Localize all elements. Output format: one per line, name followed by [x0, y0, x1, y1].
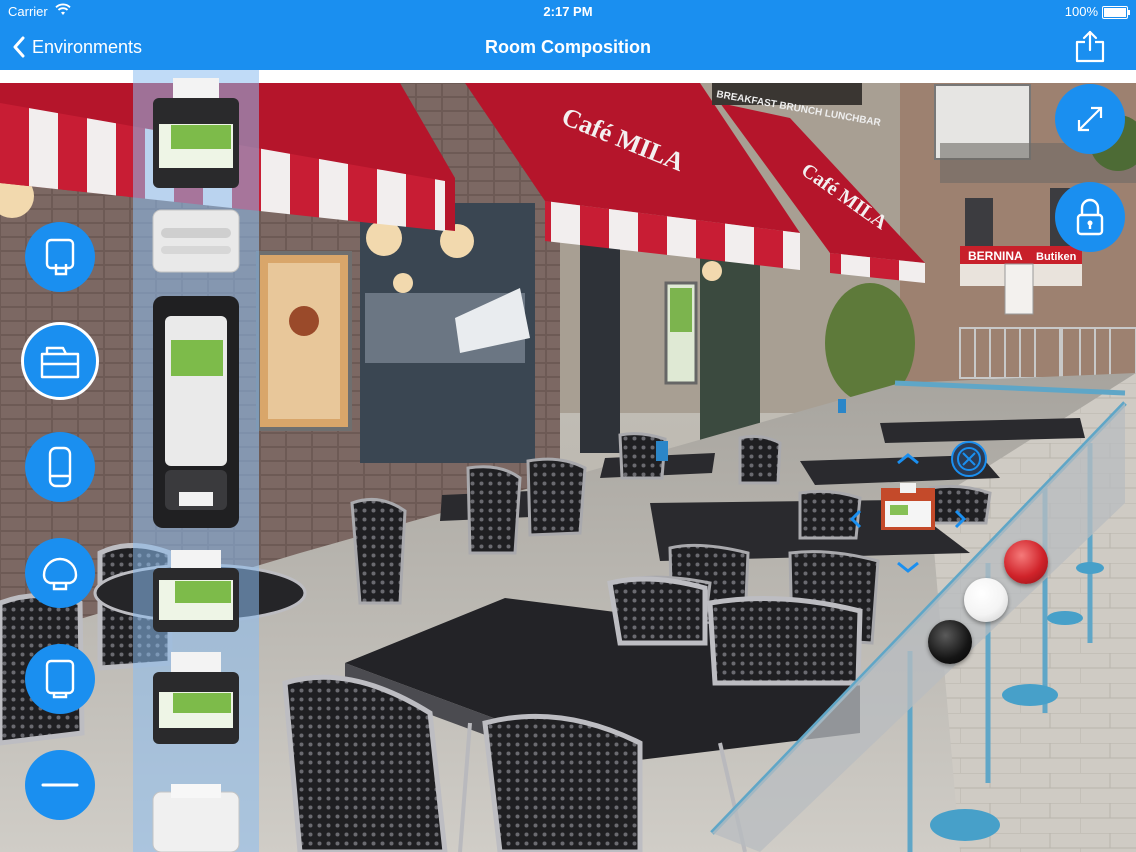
hand-towel-dispenser-icon: [45, 238, 75, 276]
color-swatch-red[interactable]: [1004, 540, 1048, 584]
lock-icon: [1076, 198, 1104, 236]
napkin-dispenser-icon: [40, 346, 80, 379]
lock-button[interactable]: [1055, 182, 1125, 252]
roll-category-button[interactable]: [25, 432, 95, 502]
share-icon: [1075, 30, 1105, 63]
collapse-toolbar-button[interactable]: [25, 750, 95, 820]
product-napkin-dispenser-tall[interactable]: [151, 78, 241, 190]
product-napkin-dispenser-white-2[interactable]: [151, 782, 241, 852]
battery-icon: [1102, 6, 1130, 19]
toilet-roll-dispenser-icon: [42, 557, 78, 591]
color-swatch-white[interactable]: [964, 578, 1008, 622]
roll-dispenser-icon: [48, 446, 72, 488]
battery-percent: 100%: [1064, 4, 1098, 19]
color-swatch-black[interactable]: [928, 620, 972, 664]
product-strip: [133, 70, 259, 852]
navigation-bar: Environments Room Composition: [0, 24, 1136, 70]
share-button[interactable]: [1072, 28, 1108, 69]
napkin-category-button[interactable]: [21, 322, 99, 400]
page-title: Room Composition: [485, 37, 651, 57]
product-napkin-dispenser-white[interactable]: [151, 206, 241, 276]
toilet-roll-category-button[interactable]: [25, 538, 95, 608]
butiken-sign: Butiken: [1036, 251, 1077, 263]
product-counter-dispenser[interactable]: [151, 294, 241, 530]
placed-napkin-dispenser[interactable]: [881, 483, 935, 530]
product-napkin-dispenser-tall-2[interactable]: [151, 652, 241, 746]
expand-button[interactable]: [1055, 84, 1125, 154]
remove-product-button[interactable]: [951, 441, 987, 477]
expand-icon: [1077, 106, 1103, 132]
hand-towel-category-button[interactable]: [25, 222, 95, 292]
product-napkin-dispenser-small[interactable]: [151, 550, 241, 634]
status-bar: Carrier 2:17 PM 100%: [0, 0, 1136, 24]
folded-towel-dispenser-icon: [45, 659, 75, 699]
folded-towel-category-button[interactable]: [25, 644, 95, 714]
clock: 2:17 PM: [543, 4, 593, 19]
bernina-sign: BERNINA: [968, 249, 1023, 263]
minus-icon: [41, 783, 79, 787]
